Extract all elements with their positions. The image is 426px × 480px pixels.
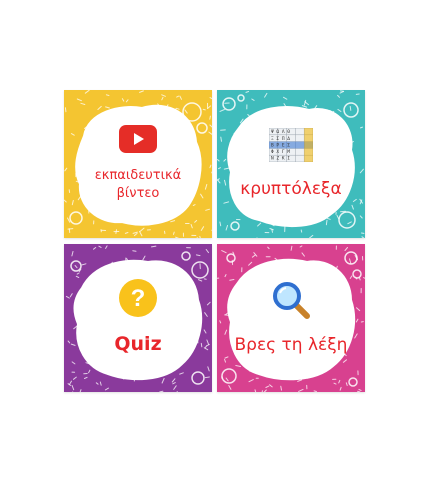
question-mark-icon: ? [119,279,157,318]
svg-text:Ψ Ω Λ Θ: Ψ Ω Λ Θ [271,129,290,135]
crossword-grid-icon: Ψ Ω Λ Θ Ξ Σ Π Δ Β Ρ Ε Σ Φ Χ Γ Μ Ν Ζ Κ Ι [269,127,313,162]
tile-label: Βρες τη λέξη [234,334,348,355]
svg-text:Β Ρ Ε Σ: Β Ρ Ε Σ [271,142,290,148]
svg-text:Ν Ζ Κ Ι: Ν Ζ Κ Ι [271,155,290,161]
tile-label: Quiz [114,333,162,356]
tile-educational-videos[interactable]: εκπαιδευτικά βίντεο [64,90,212,238]
svg-text:Ξ Σ Π Δ: Ξ Σ Π Δ [271,136,290,142]
svg-text:?: ? [131,285,146,312]
tile-label: εκπαιδευτικά βίντεο [94,168,182,201]
youtube-play-icon [119,125,157,154]
svg-text:Φ Χ Γ Μ: Φ Χ Γ Μ [271,149,290,155]
tile-crossword[interactable]: Ψ Ω Λ Θ Ξ Σ Π Δ Β Ρ Ε Σ Φ Χ Γ Μ Ν Ζ Κ Ι … [217,90,365,238]
tile-quiz[interactable]: ? Quiz [64,244,212,392]
tile-label: κρυπτόλεξα [240,178,342,199]
tile-find-word[interactable]: Βρες τη λέξη [217,244,365,392]
magnifier-icon [273,281,310,319]
